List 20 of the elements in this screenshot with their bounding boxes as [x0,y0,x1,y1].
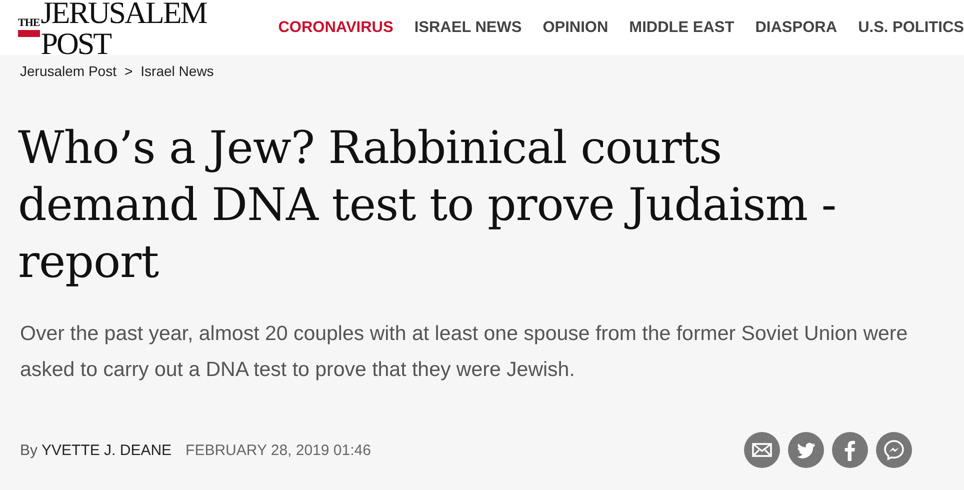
email-share-icon[interactable] [744,432,780,468]
publish-date: FEBRUARY 28, 2019 01:46 [186,442,371,458]
nav-link[interactable]: OPINION [542,18,608,36]
nav-link[interactable]: DIASPORA [755,18,838,36]
messenger-share-icon[interactable] [876,432,912,468]
nav-link[interactable]: U.S. POLITICS [858,18,964,36]
breadcrumb-separator: > [124,63,133,79]
nav-link[interactable]: CORONAVIRUS [278,18,394,36]
byline-prefix: By [20,442,38,458]
facebook-share-icon[interactable] [832,432,868,468]
breadcrumb-link[interactable]: Israel News [140,63,214,79]
twitter-share-icon[interactable] [788,432,824,468]
article-title: Who’s a Jew? Rabbinical courts demand DNA test to prove Judaism - report [18,120,838,290]
author-link[interactable]: YVETTE J. DEANE [42,442,172,458]
logo-prefix: THE [18,18,40,37]
article-summary: Over the past year, almost 20 couples with at least one spouse from the former Soviet Union were asked to carry out a DNA test to prove that they were Jewish. [20,321,909,383]
nav-link[interactable]: MIDDLE EAST [629,18,734,36]
nav-link[interactable]: ISRAEL NEWS [414,18,522,36]
breadcrumb-link[interactable]: Jerusalem Post [20,63,116,79]
logo-wordmark: JERUSALEM POST [40,0,208,58]
